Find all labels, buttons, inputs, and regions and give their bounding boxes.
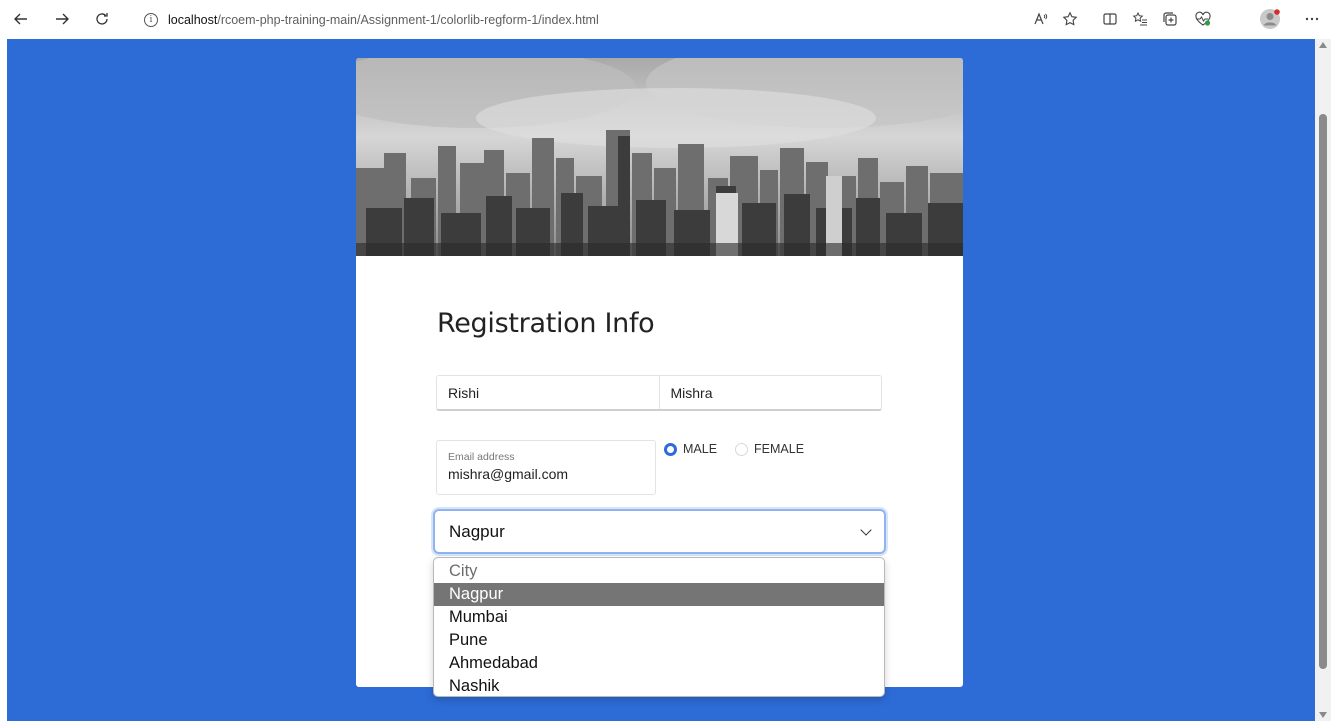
url-host: localhost <box>168 12 218 27</box>
first-name-input[interactable]: Rishi <box>437 376 659 409</box>
arrow-left-icon[interactable] <box>8 6 34 32</box>
name-fields-row: Rishi Mishra <box>436 375 882 411</box>
radio-unchecked-icon[interactable] <box>735 442 749 456</box>
city-option[interactable]: Ahmedabad <box>434 652 884 675</box>
collections-icon[interactable] <box>1157 6 1183 32</box>
city-option[interactable]: Nagpur <box>434 583 884 606</box>
gender-option-label: FEMALE <box>754 442 805 456</box>
city-dropdown-list: City Nagpur Mumbai Pune Ahmedabad Nashik <box>433 557 885 697</box>
last-name-input[interactable]: Mishra <box>658 376 882 409</box>
email-label: Email address <box>448 451 515 463</box>
address-bar[interactable]: i localhost /rcoem-php-training-main/Ass… <box>130 5 690 34</box>
info-icon[interactable]: i <box>144 12 158 27</box>
avatar[interactable] <box>1257 6 1283 32</box>
more-icon[interactable] <box>1299 6 1325 32</box>
gender-option-label: MALE <box>683 442 718 456</box>
scroll-down-icon[interactable] <box>1319 712 1327 718</box>
favorites-list-icon[interactable] <box>1127 6 1153 32</box>
city-option[interactable]: Mumbai <box>434 606 884 629</box>
chevron-down-icon[interactable] <box>860 524 872 536</box>
heart-pulse-icon[interactable] <box>1190 6 1216 32</box>
read-aloud-icon[interactable] <box>1028 6 1054 32</box>
email-value: mishra@gmail.com <box>448 466 569 482</box>
page-title: Registration Info <box>437 308 655 339</box>
gender-option-female[interactable]: FEMALE <box>735 442 804 456</box>
email-field[interactable]: Email address mishra@gmail.com <box>436 440 656 495</box>
gender-option-male[interactable]: MALE <box>664 442 717 456</box>
city-select[interactable]: Nagpur <box>433 509 886 554</box>
url-path: /rcoem-php-training-main/Assignment-1/co… <box>217 12 599 27</box>
city-option[interactable]: Nashik <box>434 675 884 696</box>
gender-radio-group: MALE FEMALE <box>664 442 822 456</box>
city-skyline-image <box>356 58 963 256</box>
city-option-placeholder[interactable]: City <box>434 560 884 583</box>
radio-checked-icon[interactable] <box>664 442 677 456</box>
scroll-up-icon[interactable] <box>1319 42 1327 48</box>
star-icon[interactable] <box>1057 6 1083 32</box>
refresh-icon[interactable] <box>89 6 115 32</box>
city-select-value: Nagpur <box>449 521 505 541</box>
scrollbar-thumb[interactable] <box>1319 114 1327 669</box>
city-option[interactable]: Pune <box>434 629 884 652</box>
browser-toolbar: i localhost /rcoem-php-training-main/Ass… <box>0 0 1331 39</box>
split-screen-icon[interactable] <box>1097 6 1123 32</box>
arrow-right-icon[interactable] <box>49 6 75 32</box>
page-scrollbar[interactable] <box>1315 39 1331 721</box>
